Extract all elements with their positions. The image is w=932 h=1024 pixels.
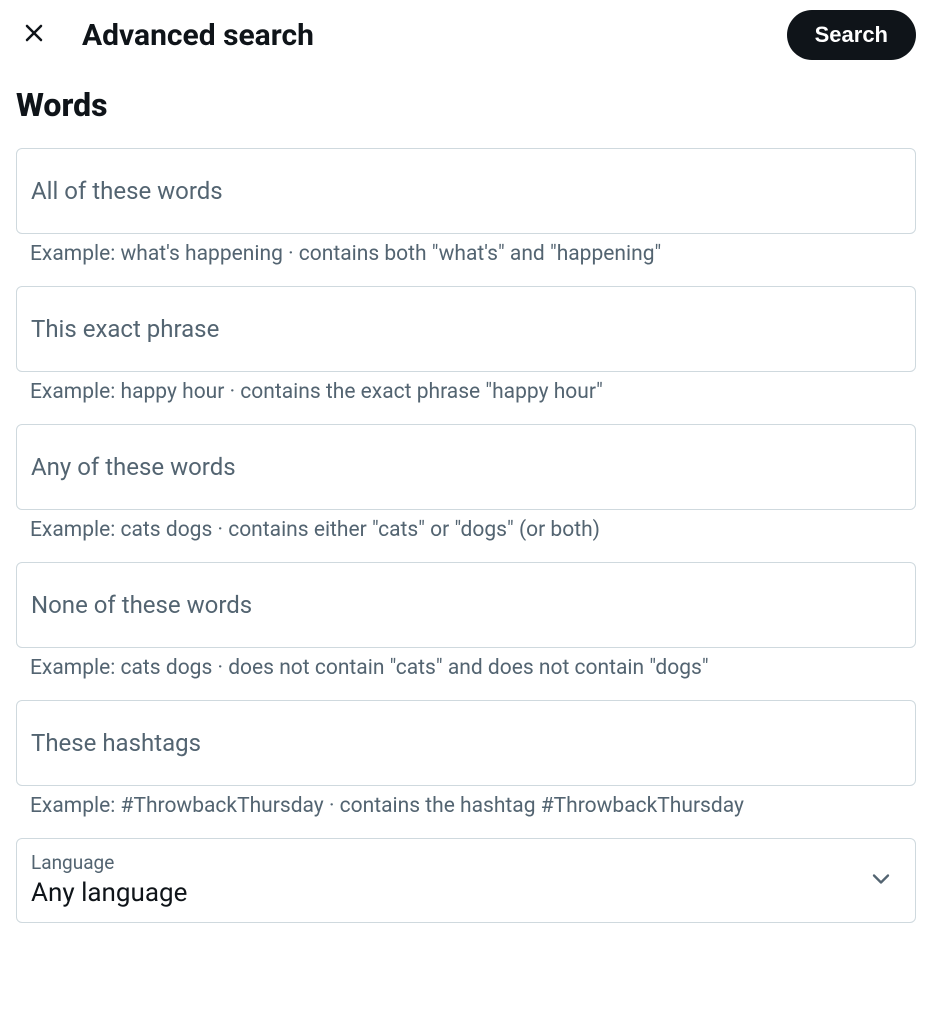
modal-header: Advanced search Search	[0, 0, 932, 70]
search-button[interactable]: Search	[787, 10, 916, 60]
language-select[interactable]: Language Any language	[16, 838, 916, 923]
hashtags-input[interactable]	[16, 700, 916, 786]
exact-phrase-helper: Example: happy hour · contains the exact…	[16, 380, 916, 404]
none-words-input[interactable]	[16, 562, 916, 648]
any-words-helper: Example: cats dogs · contains either "ca…	[16, 518, 916, 542]
field-any-words: Example: cats dogs · contains either "ca…	[0, 424, 932, 562]
chevron-down-icon	[867, 865, 895, 897]
page-title: Advanced search	[82, 18, 757, 53]
field-all-words: Example: what's happening · contains bot…	[0, 148, 932, 286]
exact-phrase-input[interactable]	[16, 286, 916, 372]
field-exact-phrase: Example: happy hour · contains the exact…	[0, 286, 932, 424]
field-hashtags: Example: #ThrowbackThursday · contains t…	[0, 700, 932, 838]
any-words-input[interactable]	[16, 424, 916, 510]
field-language: Language Any language	[0, 838, 932, 943]
none-words-helper: Example: cats dogs · does not contain "c…	[16, 656, 916, 680]
hashtags-helper: Example: #ThrowbackThursday · contains t…	[16, 794, 916, 818]
close-icon	[22, 21, 46, 49]
all-words-input[interactable]	[16, 148, 916, 234]
section-words-title: Words	[0, 70, 932, 148]
close-button[interactable]	[16, 17, 52, 53]
field-none-words: Example: cats dogs · does not contain "c…	[0, 562, 932, 700]
all-words-helper: Example: what's happening · contains bot…	[16, 242, 916, 266]
language-value: Any language	[31, 878, 187, 908]
language-label: Language	[31, 851, 901, 874]
